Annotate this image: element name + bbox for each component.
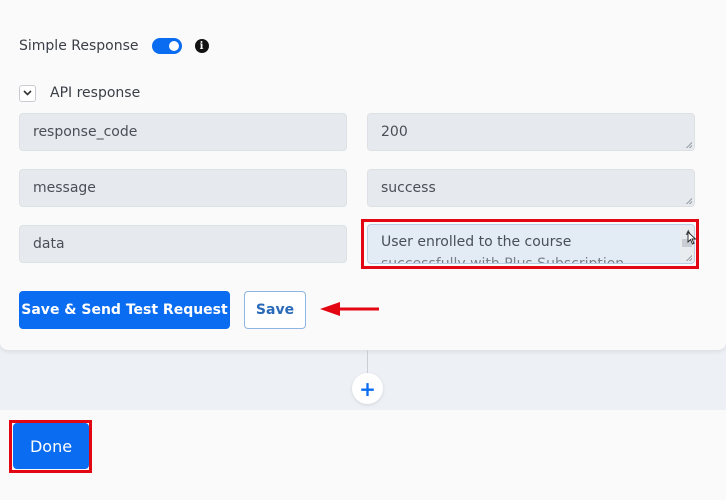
api-response-label: API response — [50, 85, 141, 101]
response-value-field[interactable]: 200 — [367, 113, 695, 151]
plus-icon: + — [359, 376, 376, 401]
mouse-cursor-icon — [687, 231, 697, 245]
api-response-header: API response — [19, 84, 140, 102]
done-button[interactable]: Done — [13, 423, 89, 469]
value-text: User enrolled to the course — [381, 234, 572, 250]
response-key-field[interactable]: data — [19, 225, 347, 263]
info-icon[interactable]: i — [194, 39, 209, 53]
response-key-field[interactable]: message — [19, 169, 347, 207]
page: Simple Response i API response response_… — [0, 0, 726, 500]
simple-response-toggle[interactable] — [151, 38, 182, 54]
resize-handle-icon[interactable] — [685, 197, 692, 204]
value-overflow-text: successfully with Plus Subscription — [381, 256, 625, 264]
simple-response-row: Simple Response i — [19, 36, 209, 56]
toggle-knob — [168, 41, 179, 51]
value-text: success — [381, 180, 436, 196]
response-value-field[interactable]: success — [367, 169, 695, 207]
chevron-down-icon[interactable] — [19, 84, 36, 102]
key-text: data — [33, 236, 65, 252]
save-and-send-test-request-button[interactable]: Save & Send Test Request — [19, 291, 230, 329]
annotation-arrow-icon — [320, 302, 379, 316]
key-text: message — [33, 180, 96, 196]
value-text: 200 — [381, 124, 408, 140]
simple-response-label: Simple Response — [19, 38, 139, 54]
resize-handle-icon[interactable] — [685, 141, 692, 148]
response-key-field[interactable]: response_code — [19, 113, 347, 151]
data-value-textarea[interactable]: User enrolled to the course successfully… — [367, 224, 695, 264]
save-button[interactable]: Save — [244, 291, 306, 329]
add-step-button[interactable]: + — [352, 373, 383, 404]
api-response-card: Simple Response i API response response_… — [0, 0, 726, 350]
key-text: response_code — [33, 124, 138, 140]
resize-handle-icon[interactable] — [685, 254, 692, 261]
